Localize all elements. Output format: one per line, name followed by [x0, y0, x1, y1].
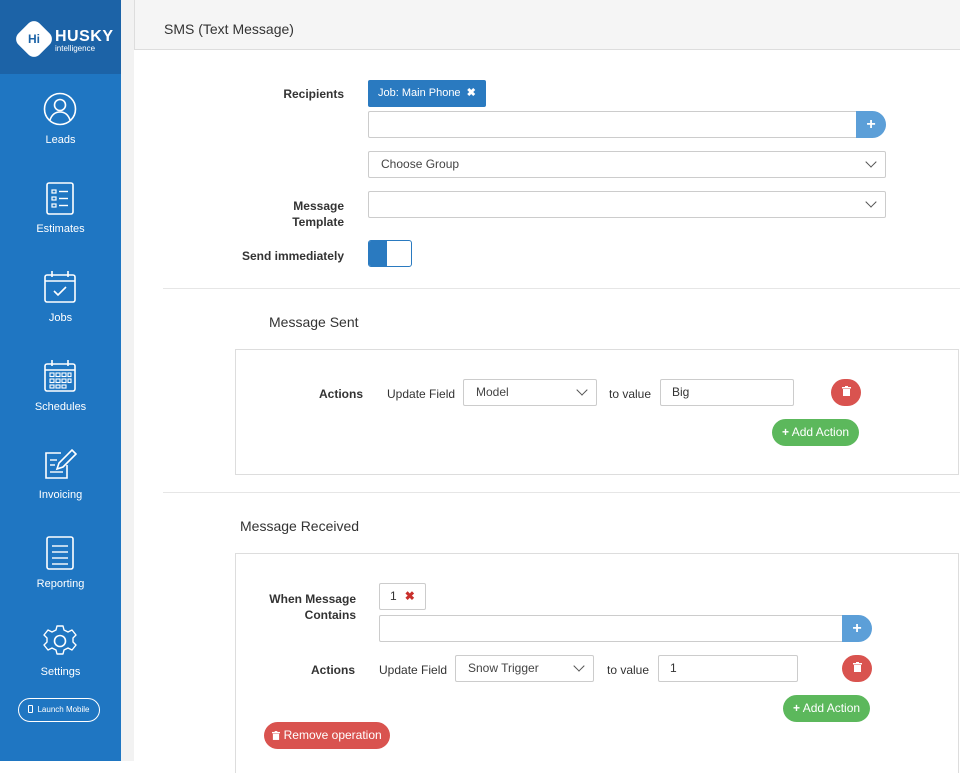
chevron-down-icon — [865, 196, 877, 208]
message-template-select[interactable] — [368, 191, 886, 218]
add-action-button[interactable]: + Add Action — [772, 419, 860, 446]
plus-icon: + — [793, 701, 801, 715]
list-icon — [46, 182, 74, 215]
nav-label: Leads — [45, 134, 76, 146]
remove-tag-icon[interactable]: ✖ — [467, 87, 476, 99]
message-received-title: Message Received — [240, 518, 360, 534]
chevron-down-icon — [576, 384, 588, 396]
recipients-label: Recipients — [283, 87, 344, 101]
actions-label: Actions — [310, 663, 355, 677]
toggle-on-indicator — [369, 241, 387, 266]
recipient-tag: Job: Main Phone ✖ — [368, 80, 486, 107]
nav-item-leads[interactable]: Leads — [0, 92, 121, 172]
trash-icon — [841, 386, 851, 396]
nav-item-estimates[interactable]: Estimates — [0, 181, 121, 261]
add-action-label: Add Action — [791, 425, 850, 439]
nav-item-settings[interactable]: Settings — [0, 624, 121, 704]
to-value-label: to value — [607, 663, 650, 677]
add-action-button[interactable]: + Add Action — [783, 695, 871, 722]
recipient-input[interactable] — [368, 111, 858, 138]
logo[interactable]: Hi HUSKY intelligence — [0, 0, 121, 74]
label-line: Message — [293, 199, 344, 213]
chevron-down-icon — [573, 660, 585, 672]
send-immediately-toggle[interactable] — [368, 240, 412, 267]
delete-action-button[interactable] — [842, 655, 872, 682]
nav-item-schedules[interactable]: Schedules — [0, 359, 121, 439]
message-sent-title: Message Sent — [269, 314, 359, 330]
recipient-tag-label: Job: Main Phone — [378, 87, 461, 99]
value-input[interactable]: 1 — [658, 655, 798, 682]
sidebar: Hi HUSKY intelligence Leads Estimates Jo… — [0, 0, 121, 761]
calendar-check-icon — [44, 271, 76, 303]
nav-label: Reporting — [36, 578, 85, 590]
choose-group-select[interactable]: Choose Group — [368, 151, 886, 178]
nav-label: Estimates — [36, 223, 85, 235]
plus-icon: + — [782, 425, 790, 439]
field-select-value: Model — [476, 385, 509, 399]
update-field-label: Update Field — [387, 387, 456, 401]
to-value-label: to value — [609, 387, 652, 401]
trash-icon — [272, 731, 281, 740]
keyword-input[interactable] — [379, 615, 844, 642]
panel-header: SMS (Text Message) — [134, 0, 960, 50]
label-line: Template — [292, 215, 344, 229]
chevron-down-icon — [865, 156, 877, 168]
field-select[interactable]: Model — [463, 379, 597, 406]
user-icon — [43, 92, 77, 126]
choose-group-value: Choose Group — [381, 157, 460, 171]
nav-item-reporting[interactable]: Reporting — [0, 536, 121, 616]
label-line: When Message — [269, 592, 356, 606]
nav-label: Schedules — [34, 401, 87, 413]
add-keyword-button[interactable]: + — [842, 615, 872, 642]
nav-label: Invoicing — [38, 489, 83, 501]
gutter — [121, 0, 134, 761]
calendar-grid-icon — [44, 360, 76, 392]
remove-operation-button[interactable]: Remove operation — [264, 722, 390, 749]
field-select[interactable]: Snow Trigger — [455, 655, 594, 682]
add-action-label: Add Action — [802, 701, 861, 715]
trash-icon — [852, 662, 862, 672]
divider — [163, 288, 960, 289]
nav-item-jobs[interactable]: Jobs — [0, 270, 121, 350]
remove-keyword-icon[interactable]: ✖ — [405, 589, 415, 603]
divider — [163, 492, 960, 493]
message-template-label: Message Template — [240, 198, 344, 230]
nav-item-invoicing[interactable]: Invoicing — [0, 447, 121, 527]
nav-label: Settings — [40, 666, 81, 678]
mobile-icon — [28, 705, 34, 713]
message-sent-box — [235, 349, 959, 475]
delete-action-button[interactable] — [831, 379, 861, 406]
logo-badge-text: Hi — [28, 32, 40, 46]
launch-mobile-button[interactable]: Launch Mobile — [18, 698, 100, 722]
value-input[interactable]: Big — [660, 379, 794, 406]
document-icon — [46, 536, 74, 570]
nav-label: Jobs — [48, 312, 73, 324]
actions-label: Actions — [318, 387, 363, 401]
gear-icon — [43, 625, 77, 655]
send-immediately-label: Send immediately — [241, 249, 344, 263]
panel-title: SMS (Text Message) — [164, 21, 294, 37]
launch-mobile-label: Launch Mobile — [37, 705, 90, 714]
keyword-chip-label: 1 — [390, 589, 397, 603]
keyword-chip: 1 ✖ — [379, 583, 426, 610]
when-message-contains-label: When Message Contains — [250, 591, 356, 623]
label-line: Contains — [304, 608, 356, 622]
add-recipient-button[interactable]: + — [856, 111, 886, 138]
logo-subtitle: intelligence — [55, 44, 96, 53]
field-select-value: Snow Trigger — [468, 661, 539, 675]
remove-operation-label: Remove operation — [283, 728, 382, 742]
update-field-label: Update Field — [379, 663, 448, 677]
edit-icon — [45, 448, 77, 479]
